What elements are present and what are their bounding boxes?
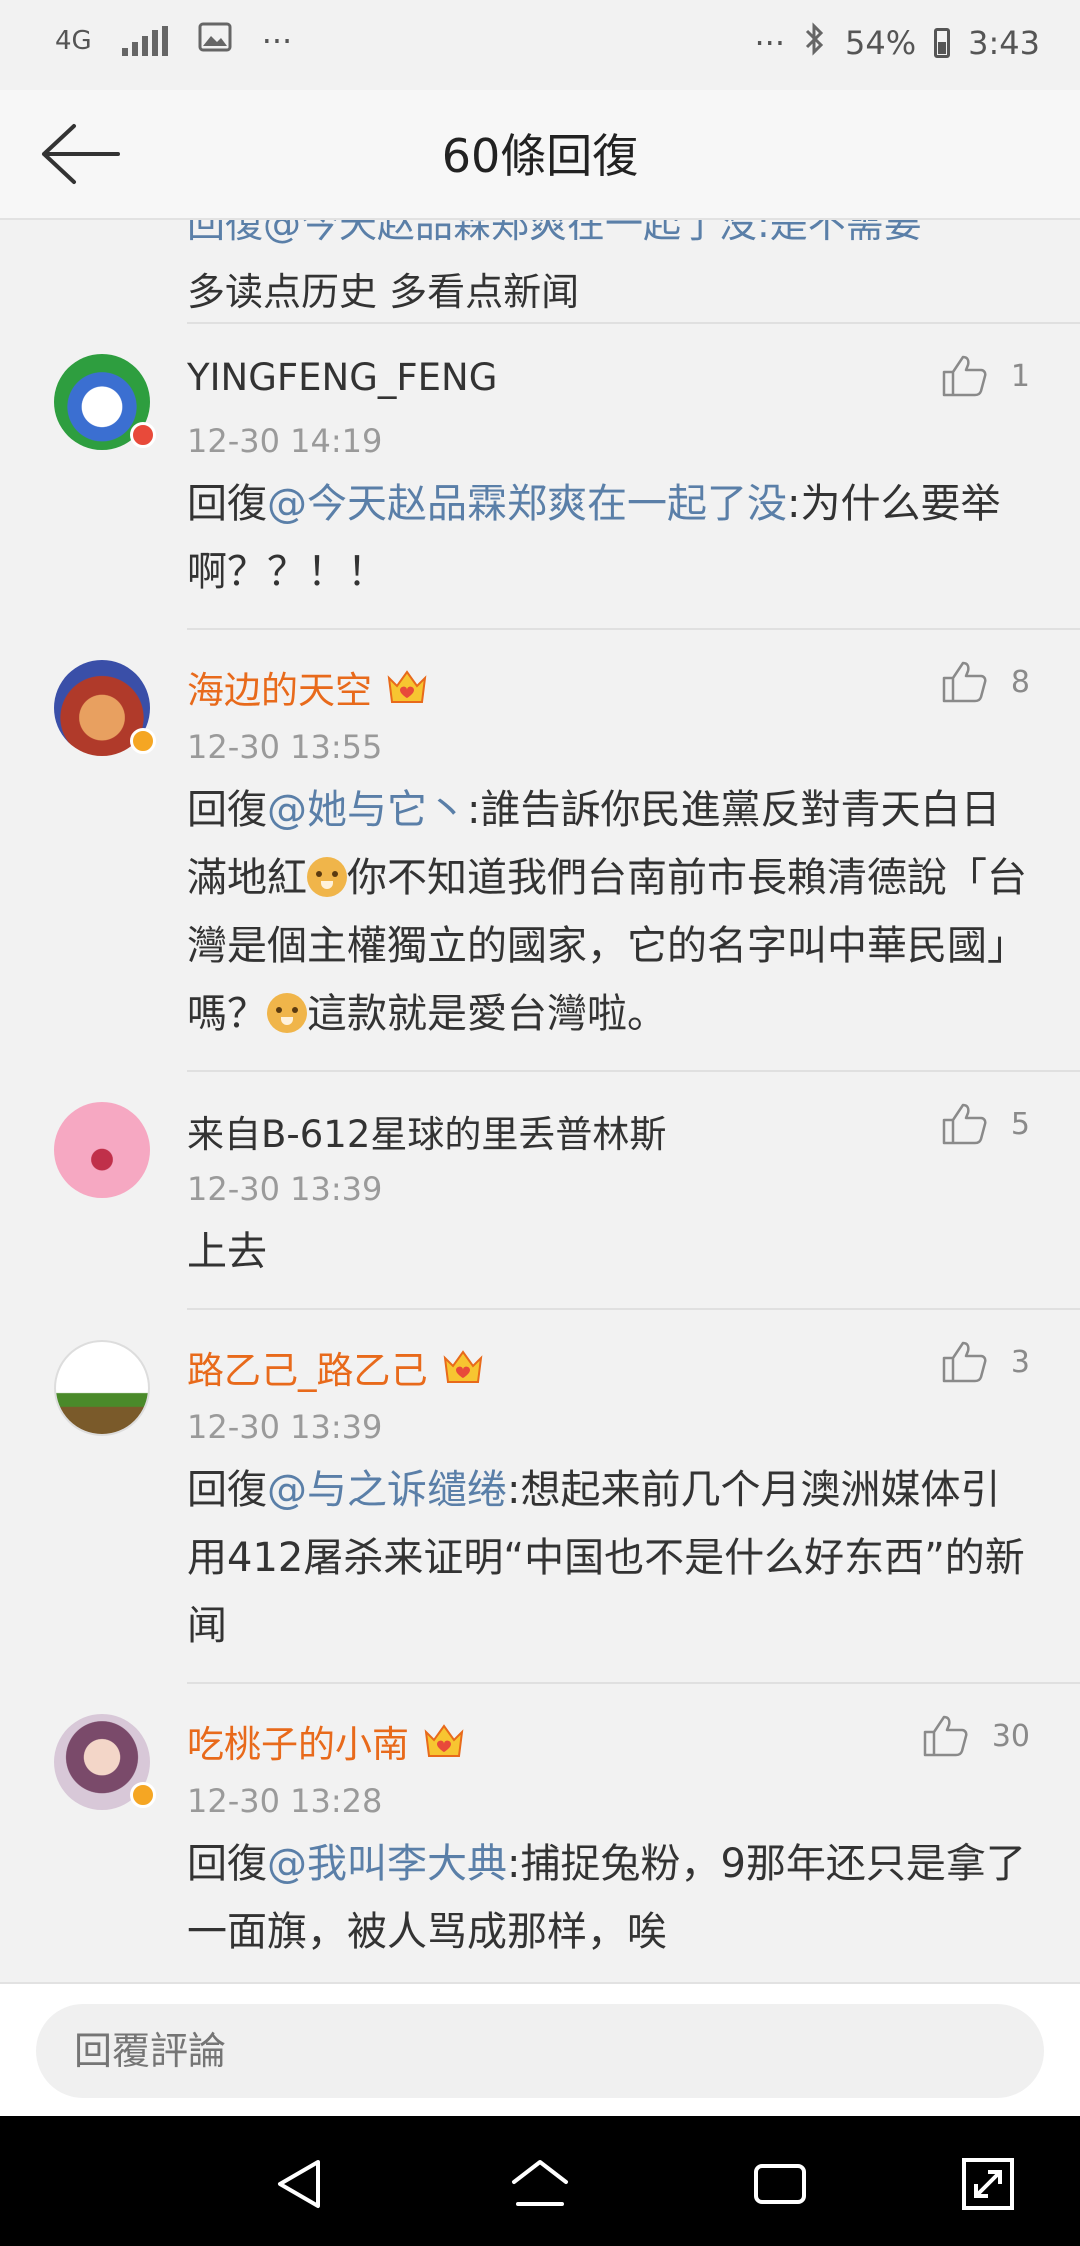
username[interactable]: YINGFENG_FENG [187, 356, 497, 399]
more-notifications-left: ··· [261, 22, 293, 60]
divider [187, 322, 1080, 324]
network-type: 4G [55, 26, 92, 56]
clock: 3:43 [968, 24, 1040, 62]
comment-text: 上去 [187, 1229, 267, 1275]
timestamp: 12-30 13:55 [187, 728, 383, 766]
divider [187, 1308, 1080, 1310]
mention-link[interactable]: @与之诉缱绻 [267, 1467, 507, 1513]
expand-icon [962, 2158, 1014, 2210]
verified-badge-icon [130, 1782, 156, 1808]
timestamp: 12-30 14:19 [187, 422, 383, 460]
bluetooth-icon [803, 22, 827, 64]
thumbs-up-icon [942, 1341, 987, 1383]
timestamp: 12-30 13:39 [187, 1408, 383, 1446]
system-navigation-bar [0, 2116, 1080, 2246]
nav-back-button[interactable] [270, 2154, 330, 2214]
mention-link[interactable]: @我叫李大典 [267, 1841, 507, 1887]
like-count: 30 [991, 1718, 1030, 1754]
like-count: 5 [1010, 1106, 1030, 1142]
status-bar: 4G ··· ··· 54% 3:43 [0, 0, 1080, 90]
thumbs-up-icon [942, 661, 987, 703]
partial-comment-cut-line: 回復@今天赵品霖郑爽在一起了没:是不需要 [187, 220, 922, 246]
avatar[interactable] [54, 1340, 150, 1436]
username[interactable]: 吃桃子的小南 [187, 1714, 409, 1768]
username[interactable]: 海边的天空 [187, 660, 372, 714]
page-title: 60條回復 [441, 129, 639, 183]
timestamp: 12-30 13:39 [187, 1170, 383, 1208]
reply-prefix: 回復 [187, 1841, 267, 1887]
partial-comment: 回復@今天赵品霖郑爽在一起了没:是不需要 多读点历史 多看点新闻 [187, 220, 1047, 326]
mention-link[interactable]: @今天赵品霖郑爽在一起了没 [267, 481, 787, 527]
comment-list[interactable]: 回復@今天赵品霖郑爽在一起了没:是不需要 多读点历史 多看点新闻 YINGFEN… [0, 220, 1080, 1982]
like-button[interactable]: 30 [922, 1714, 1030, 1758]
thumbs-up-icon [942, 1103, 987, 1145]
username[interactable]: 路乙己_路乙己 [187, 1340, 428, 1394]
like-button[interactable]: 3 [941, 1340, 1030, 1384]
nav-expand-button[interactable] [958, 2154, 1018, 2214]
like-count: 1 [1010, 358, 1030, 394]
image-notification-icon [198, 22, 232, 60]
avatar[interactable] [54, 660, 156, 756]
home-icon [512, 2160, 568, 2206]
triangle-back-icon [278, 2160, 320, 2208]
recents-icon [754, 2164, 806, 2204]
username-row: 海边的天空 [187, 660, 428, 714]
nav-recents-button[interactable] [750, 2154, 810, 2214]
user-badge-icon [130, 422, 156, 448]
reply-input[interactable] [36, 2004, 1044, 2098]
reply-bar [0, 1982, 1080, 2118]
like-count: 3 [1010, 1344, 1030, 1380]
vip-crown-icon [442, 1348, 484, 1386]
username[interactable]: 来自B-612星球的里丢普林斯 [187, 1104, 666, 1158]
reply-prefix: 回復 [187, 481, 267, 527]
reply-prefix: 回復 [187, 787, 267, 833]
avatar[interactable] [54, 354, 156, 450]
divider [187, 1070, 1080, 1072]
more-notifications-right: ··· [754, 24, 786, 62]
header: 60條回復 [0, 90, 1080, 220]
avatar[interactable] [54, 1714, 156, 1810]
like-button[interactable]: 5 [941, 1102, 1030, 1146]
like-button[interactable]: 8 [941, 660, 1030, 704]
vip-crown-icon [423, 1722, 465, 1760]
vip-crown-icon [386, 668, 428, 706]
doge-emoji-icon [307, 857, 347, 897]
username-row: 路乙己_路乙己 [187, 1340, 484, 1394]
username-row: 吃桃子的小南 [187, 1714, 465, 1768]
comment-text: 回復@我叫李大典:捕捉兔粉，9那年还只是拿了一面旗，被人骂成那样，唉 [187, 1830, 1037, 1966]
divider [187, 628, 1080, 630]
battery-percent: 54% [845, 24, 917, 62]
like-button[interactable]: 1 [941, 354, 1030, 398]
avatar[interactable] [54, 1102, 150, 1198]
comment-text: 回復@她与它丶:誰告訴你民進黨反對青天白日滿地紅 你不知道我們台南前市長賴清德說「… [187, 776, 1037, 1048]
mention-link[interactable]: @她与它丶 [267, 787, 467, 833]
verified-badge-icon [130, 728, 156, 754]
battery-icon [934, 28, 951, 58]
reply-prefix: 回復 [187, 1467, 267, 1513]
comment-text: 回復@与之诉缱绻:想起来前几个月澳洲媒体引用412屠杀来证明“中国也不是什么好东… [187, 1456, 1037, 1660]
comment-body-3: 這款就是愛台灣啦。 [307, 991, 667, 1037]
comment-text: 回復@今天赵品霖郑爽在一起了没:为什么要举啊？？！！ [187, 470, 1037, 606]
partial-comment-text: 多读点历史 多看点新闻 [187, 270, 580, 314]
divider [187, 1682, 1080, 1684]
signal-icon [121, 26, 168, 56]
like-count: 8 [1010, 664, 1030, 700]
thumbs-up-icon [923, 1715, 968, 1757]
nav-home-button[interactable] [508, 2154, 568, 2214]
thumbs-up-icon [942, 355, 987, 397]
doge-emoji-icon [267, 993, 307, 1033]
timestamp: 12-30 13:28 [187, 1782, 383, 1820]
